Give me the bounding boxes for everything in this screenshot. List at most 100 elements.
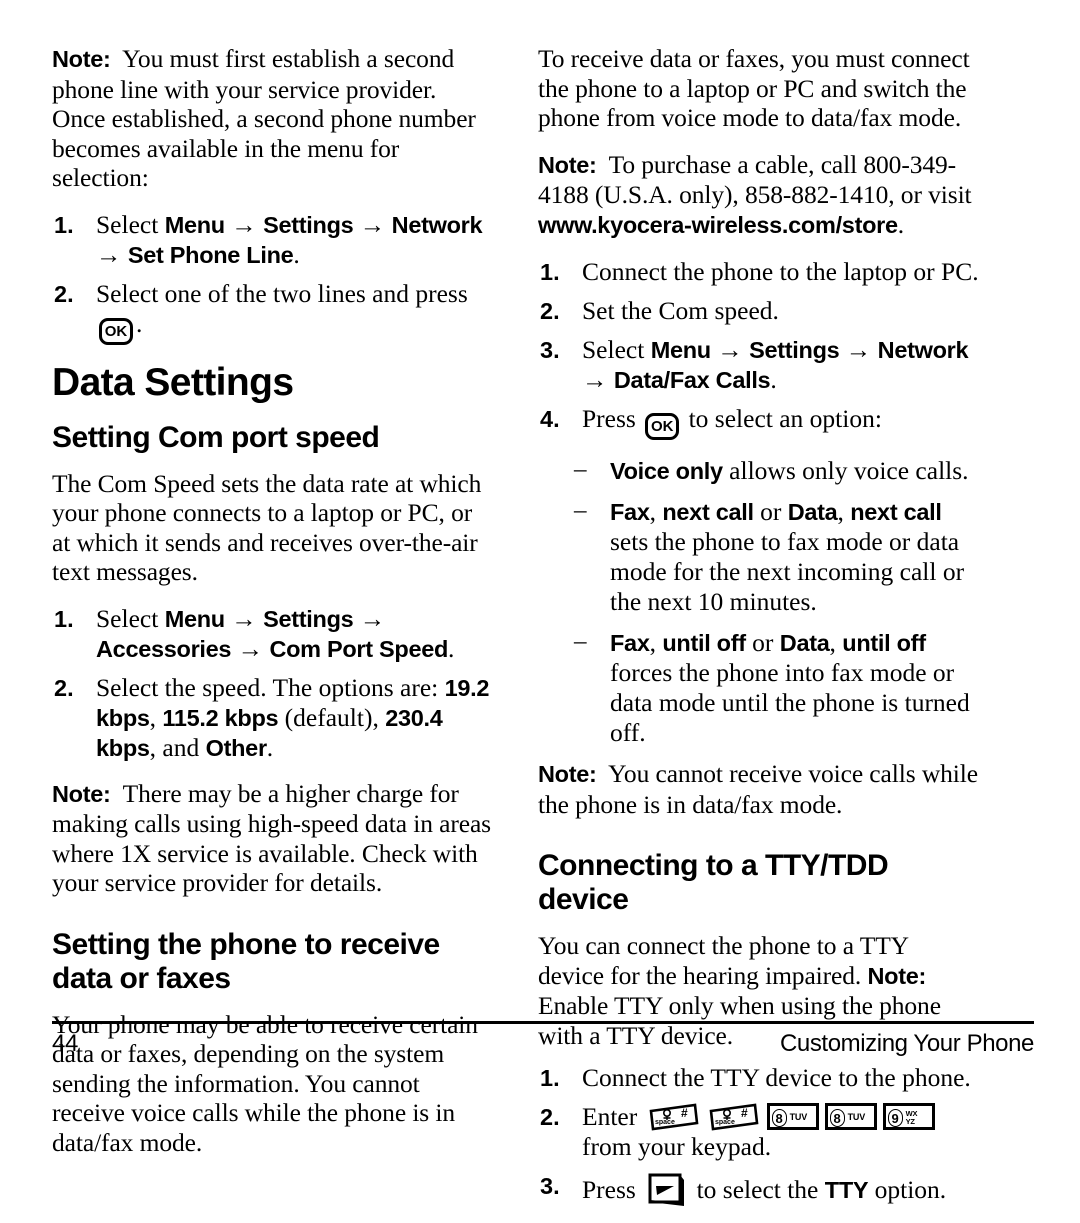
dash-bullet-icon: – bbox=[574, 628, 587, 655]
option-name: Data bbox=[779, 630, 830, 656]
menu-path-item: Menu bbox=[650, 337, 711, 363]
option-name: until off bbox=[662, 630, 746, 656]
arrow-icon: → bbox=[845, 336, 872, 364]
option-separator: , bbox=[837, 497, 851, 526]
separator: , bbox=[149, 702, 163, 732]
note-text: There may be a higher charge for making … bbox=[52, 778, 491, 898]
list-item: 2. Select the speed. The options are: 19.… bbox=[52, 673, 494, 763]
dash-bullet-icon: – bbox=[574, 456, 587, 483]
arrow-icon: → bbox=[237, 634, 264, 663]
step-suffix: from your keypad. bbox=[582, 1132, 772, 1161]
separator: , and bbox=[149, 732, 206, 762]
key-letters: TUV bbox=[789, 1112, 808, 1122]
menu-path-item: Menu bbox=[164, 605, 225, 632]
step-number: 1. bbox=[54, 605, 74, 632]
step-number: 2. bbox=[540, 1104, 560, 1130]
note-paragraph: Note: To purchase a cable, call 800-349-… bbox=[538, 150, 980, 241]
tty-option-label: TTY bbox=[824, 1177, 869, 1203]
step-number: 1. bbox=[54, 211, 74, 238]
ok-key-icon: OK bbox=[645, 413, 680, 440]
step-text: Press bbox=[582, 404, 643, 433]
step-text: Select bbox=[96, 603, 165, 633]
step-text: Connect the phone to the laptop or PC. bbox=[582, 257, 979, 286]
steps-list-set-phone-line: 1. Select Menu → Settings → Network → Set… bbox=[52, 210, 494, 345]
step-text: Select the speed. The options are: bbox=[96, 672, 445, 702]
step-suffix: . bbox=[293, 239, 300, 269]
note-text: You must first establish a second phone … bbox=[52, 44, 476, 192]
nine-wxyz-key-icon: 9 WX YZ bbox=[882, 1103, 935, 1130]
page-number: 44 bbox=[52, 1030, 78, 1057]
steps-list-data-fax-calls: 1. Connect the phone to the laptop or PC.… bbox=[538, 257, 980, 440]
footer-divider bbox=[52, 1021, 1034, 1024]
space-hash-key-icon: space # bbox=[647, 1103, 701, 1131]
section-heading-tty-tdd: Connecting to a TTY/TDD device bbox=[538, 849, 889, 916]
paragraph-text: You can connect the phone to a TTY devic… bbox=[538, 931, 909, 990]
menu-path-item: Set Phone Line bbox=[127, 241, 294, 268]
page-footer: 44 Customizing Your Phone bbox=[52, 1021, 1034, 1058]
list-item: 1. Select Menu → Settings → Accessories →… bbox=[52, 604, 494, 664]
list-item: 1. Connect the TTY device to the phone. bbox=[538, 1063, 980, 1093]
arrow-icon: → bbox=[582, 366, 608, 394]
note-text: To purchase a cable, call 800-349-4188 (… bbox=[538, 149, 972, 210]
list-item: – Voice only allows only voice calls. bbox=[538, 456, 980, 486]
option-name: Fax bbox=[610, 630, 650, 656]
option-separator: , bbox=[829, 628, 843, 657]
note-text: You cannot receive voice calls while the… bbox=[538, 759, 978, 819]
key-digit: 8 bbox=[829, 1108, 845, 1127]
arrow-icon: → bbox=[231, 210, 257, 239]
arrow-icon: → bbox=[717, 336, 743, 364]
eight-tuv-key-icon: 8 TUV bbox=[766, 1103, 819, 1130]
arrow-icon: → bbox=[359, 604, 386, 633]
option-description: sets the phone to fax mode or data mode … bbox=[610, 527, 965, 616]
key-digit: 9 bbox=[887, 1108, 903, 1127]
list-item: 2. Enter space # space # 8 TUV 8 TUV 9 W… bbox=[538, 1102, 980, 1162]
step-text: Enter bbox=[582, 1102, 644, 1131]
left-column: Note: You must first establish a second … bbox=[52, 44, 494, 1174]
step-number: 4. bbox=[540, 406, 560, 432]
section-heading-com-port-speed: Setting Com port speed bbox=[52, 420, 380, 454]
ok-key-icon: OK bbox=[99, 317, 133, 345]
step-text: Select bbox=[582, 335, 651, 364]
soft-key-icon bbox=[647, 1171, 685, 1207]
list-item: 1. Select Menu → Settings → Network → Set… bbox=[52, 210, 494, 270]
step-number: 2. bbox=[54, 674, 74, 701]
list-item: 1. Connect the phone to the laptop or PC. bbox=[538, 257, 980, 287]
step-text: Set the Com speed. bbox=[582, 296, 779, 325]
option-description: allows only voice calls. bbox=[722, 456, 969, 485]
step-text: Select one of the two lines and press bbox=[96, 278, 468, 308]
arrow-icon: → bbox=[359, 210, 386, 239]
list-item: – Fax, next call or Data, next call sets … bbox=[538, 497, 980, 617]
footer-row: 44 Customizing Your Phone bbox=[52, 1030, 1034, 1058]
option-name: next call bbox=[850, 499, 942, 525]
svg-text:space: space bbox=[655, 1119, 675, 1126]
step-suffix: . bbox=[448, 633, 455, 663]
svg-text:#: # bbox=[681, 1106, 688, 1120]
step-number: 2. bbox=[54, 280, 74, 307]
steps-list-tty-setup: 1. Connect the TTY device to the phone. 2… bbox=[538, 1063, 980, 1207]
key-digit: 8 bbox=[771, 1108, 787, 1127]
manual-page: Note: You must first establish a second … bbox=[0, 0, 1080, 1206]
note-paragraph: Note: You cannot receive voice calls whi… bbox=[538, 759, 980, 819]
option-name: Data bbox=[787, 499, 838, 525]
note-suffix: . bbox=[897, 209, 905, 239]
note-label: Note: bbox=[52, 46, 111, 72]
step-number: 1. bbox=[540, 259, 560, 285]
steps-list-com-port-speed: 1. Select Menu → Settings → Accessories →… bbox=[52, 604, 494, 763]
arrow-icon: → bbox=[96, 240, 122, 269]
key-letters: TUV bbox=[847, 1112, 866, 1122]
step-text: Connect the TTY device to the phone. bbox=[582, 1063, 971, 1092]
step-number: 2. bbox=[540, 298, 560, 324]
menu-path-item: Settings bbox=[749, 337, 840, 363]
key-letters-bottom: YZ bbox=[905, 1116, 915, 1126]
note-paragraph: Note: There may be a higher charge for m… bbox=[52, 779, 494, 898]
options-list: – Voice only allows only voice calls. – Fa… bbox=[538, 456, 980, 748]
list-item: – Fax, until off or Data, until off force… bbox=[538, 628, 980, 748]
speed-option: Other bbox=[205, 734, 267, 761]
note-paragraph: Note: You must first establish a second … bbox=[52, 44, 494, 193]
menu-path-item: Data/Fax Calls bbox=[613, 367, 771, 393]
eight-tuv-key-icon: 8 TUV bbox=[824, 1103, 877, 1130]
menu-path-item: Com Port Speed bbox=[269, 635, 449, 662]
option-name: Fax bbox=[610, 499, 650, 525]
list-item: 4. Press OK to select an option: bbox=[538, 404, 980, 440]
option-joiner: or bbox=[745, 628, 780, 657]
